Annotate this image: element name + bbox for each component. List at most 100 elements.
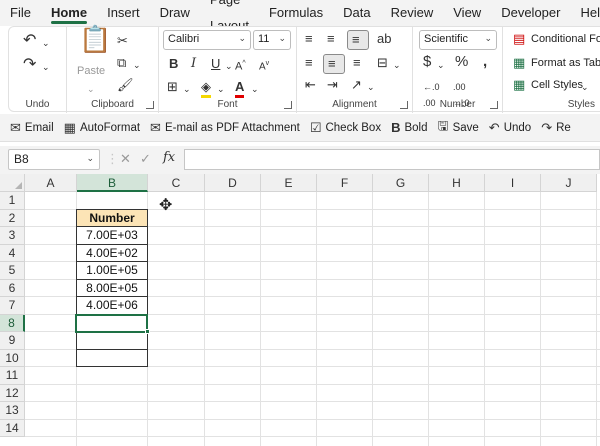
chevron-down-icon[interactable]: ⌄ bbox=[87, 81, 95, 97]
italic-icon[interactable]: I bbox=[191, 56, 196, 72]
menu-draw[interactable]: Draw bbox=[150, 0, 200, 26]
chevron-down-icon[interactable]: ⌄ bbox=[86, 153, 94, 164]
cancel-icon[interactable]: ✕ bbox=[120, 151, 131, 167]
font-name-select[interactable]: Calibri ⌄ bbox=[163, 30, 251, 50]
row-header-10[interactable]: 10 bbox=[0, 349, 25, 367]
check-box-button[interactable]: ☑ Check Box bbox=[310, 120, 381, 136]
chevron-down-icon[interactable]: ⌄ bbox=[393, 57, 401, 73]
column-header-a[interactable]: A bbox=[25, 174, 77, 192]
menu-view[interactable]: View bbox=[443, 0, 491, 26]
menu-developer[interactable]: Developer bbox=[491, 0, 570, 26]
chevron-down-icon[interactable]: ⌄ bbox=[217, 81, 225, 97]
select-all-button[interactable] bbox=[0, 174, 25, 192]
launcher-icon[interactable] bbox=[400, 101, 408, 109]
row-header-9[interactable]: 9 bbox=[0, 332, 25, 350]
underline-icon[interactable]: U bbox=[211, 56, 220, 72]
formula-input[interactable] bbox=[184, 149, 600, 170]
menu-formulas[interactable]: Formulas bbox=[259, 0, 333, 26]
chevron-down-icon[interactable]: ⌄ bbox=[581, 79, 589, 95]
row-header-11[interactable]: 11 bbox=[0, 367, 25, 385]
currency-icon[interactable]: $ bbox=[423, 54, 431, 70]
undo-icon[interactable]: ↶ bbox=[23, 33, 36, 49]
menu-file[interactable]: File bbox=[0, 0, 41, 26]
comma-style-icon[interactable]: , bbox=[483, 54, 487, 70]
percent-icon[interactable]: % bbox=[455, 54, 468, 70]
table-empty-cell[interactable] bbox=[76, 332, 148, 350]
fill-color-icon[interactable]: ◈ bbox=[201, 79, 211, 98]
copy-icon[interactable]: ⧉ bbox=[117, 55, 126, 71]
bold-icon[interactable]: B bbox=[169, 56, 178, 72]
table-value-cell[interactable]: 4.00E+02 bbox=[76, 244, 148, 262]
increase-indent-icon[interactable]: ⇥ bbox=[327, 77, 338, 93]
paste-label[interactable]: Paste bbox=[77, 65, 105, 77]
launcher-icon[interactable] bbox=[490, 101, 498, 109]
align-middle-icon[interactable]: ≡ bbox=[327, 31, 335, 47]
font-grow-icon[interactable]: A^ bbox=[235, 56, 246, 75]
font-size-select[interactable]: 11 ⌄ bbox=[253, 30, 291, 50]
column-header-f[interactable]: F bbox=[317, 174, 373, 192]
column-header-j[interactable]: J bbox=[541, 174, 597, 192]
launcher-icon[interactable] bbox=[146, 101, 154, 109]
format-as-table-button[interactable]: Format as Table bbox=[531, 57, 600, 69]
chevron-down-icon[interactable]: ⌄ bbox=[42, 35, 50, 51]
save-button[interactable]: 🖫 Save bbox=[438, 117, 479, 139]
menu-data[interactable]: Data bbox=[333, 0, 380, 26]
font-shrink-icon[interactable]: Av bbox=[259, 56, 269, 75]
menu-review[interactable]: Review bbox=[381, 0, 444, 26]
insert-function-icon[interactable]: fx bbox=[163, 150, 175, 165]
column-header-i[interactable]: I bbox=[485, 174, 541, 192]
column-header-b[interactable]: B bbox=[77, 174, 148, 192]
chevron-down-icon[interactable]: ⌄ bbox=[225, 58, 233, 74]
menu-help[interactable]: Help bbox=[570, 0, 600, 26]
row-header-7[interactable]: 7 bbox=[0, 297, 25, 315]
table-value-cell[interactable]: 7.00E+03 bbox=[76, 227, 148, 245]
align-top-icon[interactable]: ≡ bbox=[305, 31, 313, 47]
enter-icon[interactable]: ✓ bbox=[140, 151, 151, 167]
fill-handle[interactable] bbox=[145, 329, 150, 334]
email-pdf-button[interactable]: ✉ E-mail as PDF Attachment bbox=[150, 120, 300, 136]
table-value-cell[interactable]: 1.00E+05 bbox=[76, 262, 148, 280]
row-header-14[interactable]: 14 bbox=[0, 419, 25, 437]
column-header-h[interactable]: H bbox=[429, 174, 485, 192]
row-header-3[interactable]: 3 bbox=[0, 227, 25, 245]
orientation-icon[interactable]: ↗ bbox=[351, 77, 362, 93]
row-header-5[interactable]: 5 bbox=[0, 262, 25, 280]
row-header-1[interactable]: 1 bbox=[0, 192, 25, 210]
table-empty-cell[interactable] bbox=[76, 349, 148, 367]
chevron-down-icon[interactable]: ⌄ bbox=[251, 81, 259, 97]
table-value-cell[interactable]: 4.00E+06 bbox=[76, 297, 148, 315]
chevron-down-icon[interactable]: ⌄ bbox=[133, 57, 141, 73]
conditional-formatting-button[interactable]: Conditional Fo bbox=[531, 33, 600, 45]
table-header-cell[interactable]: Number bbox=[76, 208, 148, 227]
align-right-icon[interactable]: ≡ bbox=[353, 55, 361, 71]
launcher-icon[interactable] bbox=[284, 101, 292, 109]
redo-qat-button[interactable]: ↷ Re bbox=[541, 120, 571, 136]
name-box[interactable]: B8 ⌄ bbox=[8, 149, 100, 170]
undo-qat-button[interactable]: ↶ Undo bbox=[489, 120, 531, 136]
column-header-g[interactable]: G bbox=[373, 174, 429, 192]
row-header-6[interactable]: 6 bbox=[0, 279, 25, 297]
borders-icon[interactable]: ⊞ bbox=[167, 79, 178, 95]
chevron-down-icon[interactable]: ⌄ bbox=[367, 79, 375, 95]
autoformat-button[interactable]: ▦ AutoFormat bbox=[64, 120, 140, 136]
bold-qat-button[interactable]: B Bold bbox=[391, 120, 427, 135]
menu-insert[interactable]: Insert bbox=[97, 0, 150, 26]
table-value-cell[interactable]: 8.00E+05 bbox=[76, 279, 148, 297]
format-painter-icon[interactable]: 🖌 bbox=[117, 77, 134, 93]
merge-center-icon[interactable]: ⊟ bbox=[377, 55, 388, 71]
row-header-8[interactable]: 8 bbox=[0, 314, 25, 332]
font-color-icon[interactable]: A bbox=[235, 79, 245, 98]
align-left-icon[interactable]: ≡ bbox=[305, 55, 313, 71]
paste-icon[interactable]: 📋 bbox=[79, 26, 111, 52]
menu-home[interactable]: Home bbox=[41, 0, 97, 26]
cut-icon[interactable]: ✂ bbox=[117, 33, 128, 49]
chevron-down-icon[interactable]: ⌄ bbox=[437, 57, 445, 73]
row-header-13[interactable]: 13 bbox=[0, 402, 25, 420]
worksheet-grid[interactable]: A B C D E F G H I J 1 2 3 4 5 6 7 8 9 10 11 12 13 14 Number 7.00E… bbox=[0, 174, 600, 446]
active-cell[interactable] bbox=[75, 313, 148, 333]
chevron-down-icon[interactable]: ⌄ bbox=[183, 81, 191, 97]
row-header-12[interactable]: 12 bbox=[0, 384, 25, 402]
row-header-2[interactable]: 2 bbox=[0, 209, 25, 227]
number-format-select[interactable]: Scientific ⌄ bbox=[419, 30, 497, 50]
column-header-e[interactable]: E bbox=[261, 174, 317, 192]
